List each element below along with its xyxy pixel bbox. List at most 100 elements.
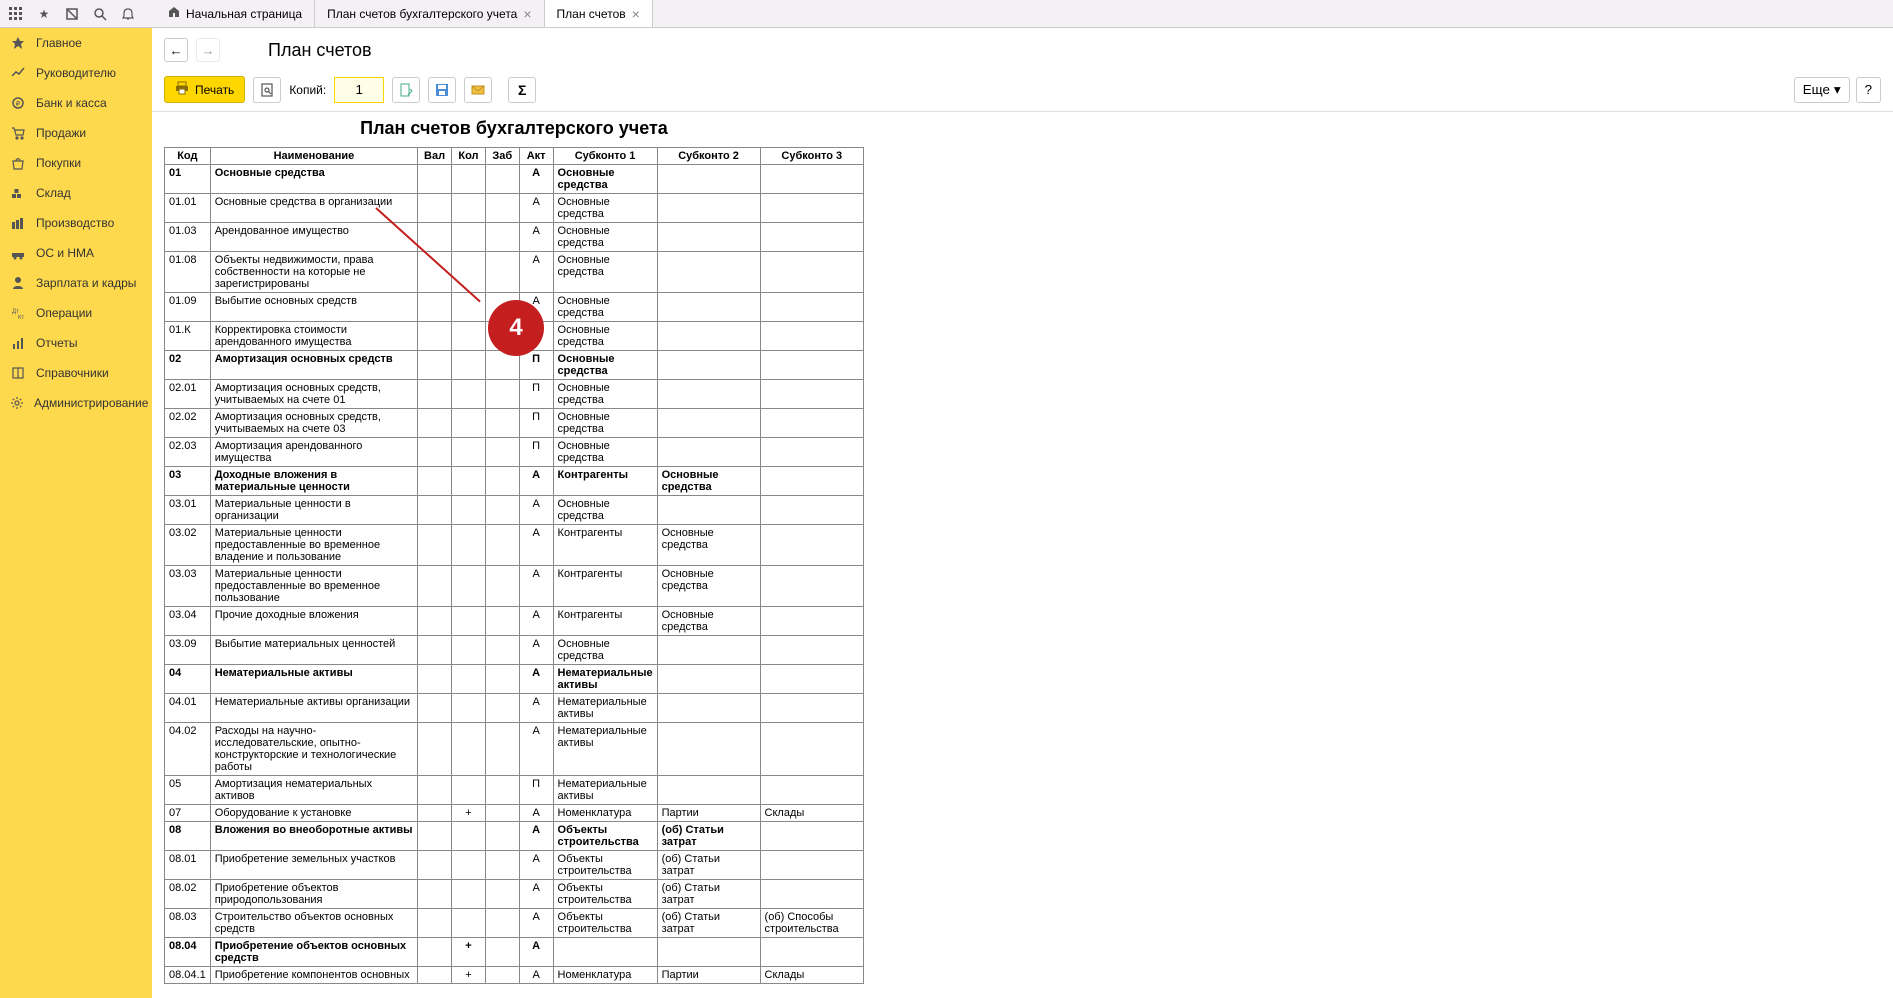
table-row[interactable]: 02.01Амортизация основных средств, учиты… xyxy=(165,380,864,409)
table-cell: Номенклатура xyxy=(553,805,657,822)
table-cell: 03.02 xyxy=(165,525,211,566)
table-row[interactable]: 03.02Материальные ценности предоставленн… xyxy=(165,525,864,566)
sidebar-item[interactable]: Администрирование xyxy=(0,388,152,418)
table-row[interactable]: 08Вложения во внеоборотные активыАОбъект… xyxy=(165,822,864,851)
sidebar-item[interactable]: Производство xyxy=(0,208,152,238)
sidebar-item[interactable]: Справочники xyxy=(0,358,152,388)
table-header: Субконто 2 xyxy=(657,148,760,165)
table-cell xyxy=(485,380,519,409)
tab[interactable]: План счетов бухгалтерского учета× xyxy=(315,0,544,27)
print-button[interactable]: Печать xyxy=(164,76,245,103)
sidebar-item[interactable]: Зарплата и кадры xyxy=(0,268,152,298)
table-row[interactable]: 07Оборудование к установке+АНоменклатура… xyxy=(165,805,864,822)
page-title: План счетов xyxy=(268,40,372,61)
table-cell: Основные средства xyxy=(553,636,657,665)
table-cell: Нематериальные активы xyxy=(553,723,657,776)
table-row[interactable]: 02.03Амортизация арендованного имущества… xyxy=(165,438,864,467)
table-cell xyxy=(485,665,519,694)
table-cell: Основные средства xyxy=(657,607,760,636)
table-row[interactable]: 04Нематериальные активыАНематериальные а… xyxy=(165,665,864,694)
back-button[interactable]: ← xyxy=(164,38,188,62)
table-cell: + xyxy=(452,938,486,967)
table-header: Субконто 1 xyxy=(553,148,657,165)
table-cell xyxy=(760,223,863,252)
email-button[interactable] xyxy=(464,77,492,103)
table-row[interactable]: 08.01Приобретение земельных участковАОбъ… xyxy=(165,851,864,880)
table-row[interactable]: 03.03Материальные ценности предоставленн… xyxy=(165,566,864,607)
table-cell xyxy=(760,409,863,438)
sidebar-item[interactable]: Склад xyxy=(0,178,152,208)
table-row[interactable]: 08.04.1Приобретение компонентов основных… xyxy=(165,967,864,984)
forward-button[interactable]: → xyxy=(196,38,220,62)
table-row[interactable]: 03.01Материальные ценности в организации… xyxy=(165,496,864,525)
page-setup-button[interactable] xyxy=(392,77,420,103)
table-row[interactable]: 01.03Арендованное имуществоАОсновные сре… xyxy=(165,223,864,252)
table-cell xyxy=(418,380,452,409)
table-cell: Контрагенты xyxy=(553,467,657,496)
table-container[interactable]: 4 План счетов бухгалтерского учета КодНа… xyxy=(152,112,1893,998)
close-icon[interactable]: × xyxy=(632,6,640,22)
table-row[interactable]: 08.04Приобретение объектов основных сред… xyxy=(165,938,864,967)
table-cell: 02.03 xyxy=(165,438,211,467)
table-row[interactable]: 02.02Амортизация основных средств, учиты… xyxy=(165,409,864,438)
save-button[interactable] xyxy=(428,77,456,103)
sidebar-item[interactable]: Отчеты xyxy=(0,328,152,358)
table-cell xyxy=(485,438,519,467)
table-cell xyxy=(418,723,452,776)
table-cell xyxy=(760,322,863,351)
history-icon[interactable] xyxy=(64,6,80,22)
sidebar-item[interactable]: Покупки xyxy=(0,148,152,178)
table-row[interactable]: 05Амортизация нематериальных активовПНем… xyxy=(165,776,864,805)
sidebar-item-label: Главное xyxy=(36,36,82,50)
tab[interactable]: План счетов× xyxy=(545,0,653,27)
sidebar-item[interactable]: ₽ Банк и касса xyxy=(0,88,152,118)
table-row[interactable]: 03.04Прочие доходные вложенияАКонтрагент… xyxy=(165,607,864,636)
svg-text:₽: ₽ xyxy=(16,100,21,108)
table-cell: Выбытие материальных ценностей xyxy=(210,636,417,665)
content-header: ← → План счетов xyxy=(152,28,1893,72)
table-cell: А xyxy=(519,566,553,607)
printer-icon xyxy=(175,81,189,98)
apps-icon[interactable] xyxy=(8,6,24,22)
table-row[interactable]: 01.01Основные средства в организацииАОсн… xyxy=(165,194,864,223)
copies-input[interactable] xyxy=(334,77,384,103)
table-cell xyxy=(485,909,519,938)
table-row[interactable]: 08.02Приобретение объектов природопользо… xyxy=(165,880,864,909)
table-cell xyxy=(452,223,486,252)
sidebar-item[interactable]: Продажи xyxy=(0,118,152,148)
sum-button[interactable]: Σ xyxy=(508,77,536,103)
table-cell: Объекты строительства xyxy=(553,909,657,938)
sidebar-item-label: Склад xyxy=(36,186,71,200)
preview-button[interactable] xyxy=(253,77,281,103)
table-cell: Основные средства xyxy=(553,351,657,380)
table-cell xyxy=(418,467,452,496)
close-icon[interactable]: × xyxy=(523,6,531,22)
bell-icon[interactable] xyxy=(120,6,136,22)
sidebar-item-label: Администрирование xyxy=(34,396,148,410)
sidebar-item[interactable]: Руководителю xyxy=(0,58,152,88)
sidebar-item[interactable]: ОС и НМА xyxy=(0,238,152,268)
sidebar-item-label: Банк и касса xyxy=(36,96,107,110)
table-row[interactable]: 03Доходные вложения в материальные ценно… xyxy=(165,467,864,496)
search-icon[interactable] xyxy=(92,6,108,22)
star-icon[interactable]: ★ xyxy=(36,6,52,22)
table-row[interactable]: 01Основные средстваАОсновные средства xyxy=(165,165,864,194)
table-cell xyxy=(452,252,486,293)
help-button[interactable]: ? xyxy=(1856,77,1881,103)
sidebar-item[interactable]: ДтКтОперации xyxy=(0,298,152,328)
table-cell: 03.04 xyxy=(165,607,211,636)
table-row[interactable]: 04.01Нематериальные активы организацииАН… xyxy=(165,694,864,723)
table-row[interactable]: 08.03Строительство объектов основных сре… xyxy=(165,909,864,938)
table-cell: Оборудование к установке xyxy=(210,805,417,822)
table-cell xyxy=(452,165,486,194)
sidebar-item[interactable]: Главное xyxy=(0,28,152,58)
table-row[interactable]: 03.09Выбытие материальных ценностейАОсно… xyxy=(165,636,864,665)
table-cell xyxy=(760,880,863,909)
toolbar-right: Еще ▾ ? xyxy=(1794,77,1881,103)
table-cell xyxy=(760,380,863,409)
more-button[interactable]: Еще ▾ xyxy=(1794,77,1850,103)
table-row[interactable]: 01.08Объекты недвижимости, права собстве… xyxy=(165,252,864,293)
table-cell: А xyxy=(519,694,553,723)
tab[interactable]: Начальная страница xyxy=(156,0,315,27)
table-row[interactable]: 04.02Расходы на научно-исследовательские… xyxy=(165,723,864,776)
